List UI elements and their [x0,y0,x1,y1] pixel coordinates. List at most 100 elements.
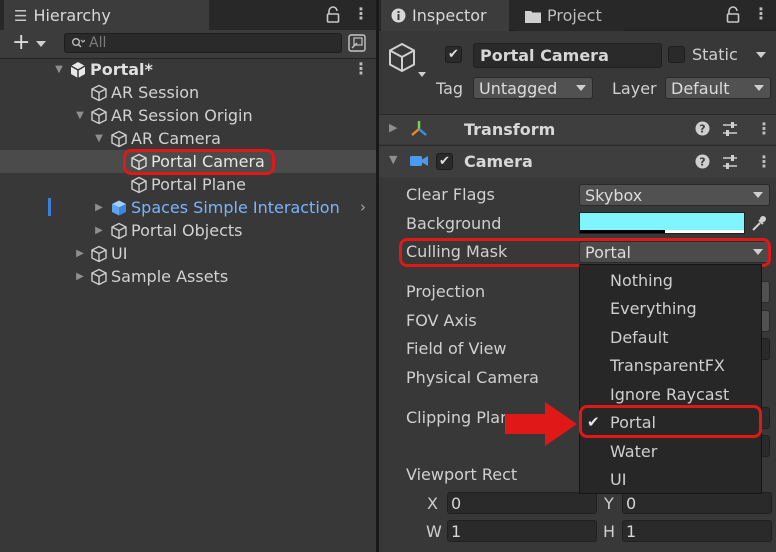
tag-value: Untagged [479,78,558,98]
x-label: X [427,494,438,513]
highlight-portal-option [579,405,762,438]
lock-icon[interactable] [326,6,340,23]
active-checkbox[interactable]: ✔ [445,46,462,63]
hierarchy-search[interactable] [64,33,342,53]
static-checkbox[interactable] [668,46,685,63]
inspector-menu-icon[interactable]: ⋮ [753,4,769,23]
menu-item-water[interactable]: Water [580,437,761,465]
fov-axis-label: FOV Axis [406,311,477,330]
folder-icon [525,9,541,23]
search-options-icon[interactable] [348,34,366,52]
clear-flags-value: Skybox [585,185,643,205]
gameobject-icon [90,268,108,286]
menu-item-label: Nothing [610,270,673,290]
help-icon[interactable]: ? [695,121,710,136]
list-item[interactable]: AR Session [0,81,376,104]
gameobject-icon [90,107,108,125]
search-icon [71,37,85,49]
menu-item-everything[interactable]: Everything [580,294,761,322]
camera-enabled-checkbox[interactable]: ✔ [436,153,453,170]
clear-flags-dropdown[interactable]: Skybox [579,184,770,206]
foldout-open-icon[interactable]: ▼ [389,153,397,166]
layer-dropdown[interactable]: Default [665,77,771,99]
chevron-right-icon[interactable]: › [360,198,366,216]
prefab-icon [110,199,128,217]
component-menu-icon[interactable]: ⋮ [756,119,772,138]
list-item[interactable]: ▶ UI [0,242,376,265]
component-menu-icon[interactable]: ⋮ [756,152,772,171]
menu-item-transparentfx[interactable]: TransparentFX [580,351,761,379]
icon-dropdown-arrow-icon[interactable] [418,72,426,77]
static-dropdown-icon[interactable] [756,52,766,58]
camera-icon [409,154,429,168]
viewport-x-input[interactable]: 0 [447,492,597,514]
highlight-portal-camera [123,149,275,175]
unity-scene-icon [69,61,87,79]
add-dropdown-arrow-icon[interactable] [36,41,46,47]
highlight-culling-mask [399,238,771,267]
layer-value: Default [671,78,730,98]
scene-name: Portal* [90,60,153,79]
item-label: Portal Plane [151,175,246,194]
viewport-y-input[interactable]: 0 [622,492,772,514]
viewport-w-input[interactable]: 1 [447,520,597,542]
y-label: Y [604,494,614,513]
menu-item-nothing[interactable]: Nothing [580,266,761,294]
help-icon[interactable]: ? [695,154,710,169]
hierarchy-menu-icon[interactable]: ⋮ [353,4,369,23]
item-label: AR Session Origin [111,106,253,125]
camera-component-header[interactable]: ▼ ✔ Camera ? ⋮ [379,145,776,177]
tab-project[interactable]: Project [515,0,625,31]
hierarchy-panel: ☰ Hierarchy ⋮ + ▼ Portal* ⋮ AR Session ▼ [0,0,376,552]
viewport-h-input[interactable]: 1 [622,520,772,542]
camera-title: Camera [464,152,533,171]
chevron-down-icon [753,192,763,198]
menu-item-ignore-raycast[interactable]: Ignore Raycast [580,380,761,408]
foldout-closed-icon[interactable]: ▶ [74,248,86,260]
chevron-down-icon [754,85,764,91]
menu-item-default[interactable]: Default [580,323,761,351]
transform-title: Transform [464,120,556,139]
viewport-rect-label: Viewport Rect [406,465,518,484]
gameobject-icon [110,130,128,148]
scene-menu-icon[interactable]: ⋮ [353,59,369,78]
foldout-closed-icon[interactable]: ▶ [389,121,397,134]
menu-item-label: Ignore Raycast [610,384,730,404]
chevron-down-icon [576,85,586,91]
object-name-field[interactable]: Portal Camera [473,43,662,68]
foldout-closed-icon[interactable]: ▶ [93,225,105,237]
menu-item-label: UI [610,469,627,489]
tag-dropdown[interactable]: Untagged [473,77,593,99]
presets-icon[interactable] [722,121,738,137]
list-item[interactable]: ▶ Sample Assets [0,265,376,288]
clear-flags-label: Clear Flags [406,185,495,204]
foldout-open-icon[interactable]: ▼ [53,64,65,76]
tab-inspector[interactable]: Inspector [381,0,509,31]
foldout-closed-icon[interactable]: ▶ [74,271,86,283]
list-item[interactable]: ▼ AR Session Origin [0,104,376,127]
add-icon[interactable]: + [12,32,30,54]
background-label: Background [406,214,502,233]
eyedropper-icon[interactable] [751,214,767,232]
list-item[interactable]: ▶ Portal Objects [0,219,376,242]
presets-icon[interactable] [722,154,738,170]
transform-component-header[interactable]: ▶ Transform ? ⋮ [379,114,776,144]
projection-label: Projection [406,282,486,301]
tab-inspector-label: Inspector [412,6,487,25]
list-icon: ☰ [14,6,28,25]
foldout-open-icon[interactable]: ▼ [93,133,105,145]
list-item[interactable]: ▼ AR Camera [0,127,376,150]
search-input[interactable] [89,35,289,51]
menu-item-ui[interactable]: UI [580,465,761,493]
gameobject-icon [90,84,108,102]
lock-icon[interactable] [726,6,740,23]
background-color-swatch[interactable] [579,212,745,234]
foldout-closed-icon[interactable]: ▶ [93,202,105,214]
list-item[interactable]: Portal Plane [0,173,376,196]
scene-row[interactable]: ▼ Portal* ⋮ [0,58,376,81]
list-item[interactable]: ▶ Spaces Simple Interaction › [0,196,376,219]
foldout-open-icon[interactable]: ▼ [74,110,86,122]
menu-item-label: TransparentFX [610,355,725,375]
tab-hierarchy[interactable]: ☰ Hierarchy [4,0,209,31]
gameobject-icon [110,222,128,240]
